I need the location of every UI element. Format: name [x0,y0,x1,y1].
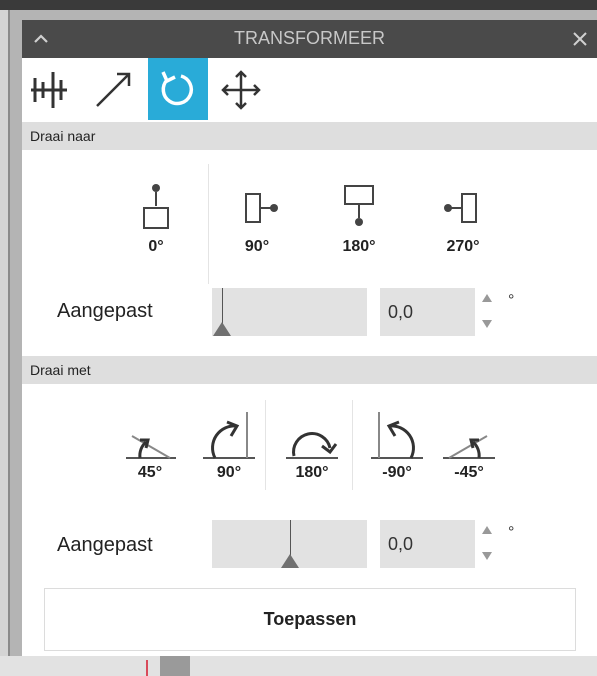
rotate-to-180-label: 180° [342,238,376,255]
divider [265,400,266,490]
rotate-to-slider[interactable] [212,288,367,336]
tab-scale[interactable] [84,58,144,120]
rotate-to-unit: ° [508,292,515,309]
rotate-by-90-icon [203,412,255,459]
rotate-to-0-icon [143,184,169,229]
rotate-by-minus-45-icon [443,435,495,459]
section-header-rotate-by: Draai met [22,356,597,384]
custom-rotate-by-label: Aangepast [57,534,153,556]
apply-button[interactable]: Toepassen [44,588,576,651]
rotate-by-unit: ° [508,524,515,541]
rotate-by-180-icon [286,432,338,459]
rotate-to-0-label: 0° [148,238,164,255]
rotate-by-spinner[interactable] [480,522,494,566]
background-canvas-block [160,656,190,676]
tab-rotate[interactable] [148,58,208,120]
rotate-to-180-button[interactable]: 180° [324,180,394,256]
background-canvas-bottom [0,656,597,676]
custom-rotate-to-label: Aangepast [57,300,153,322]
rotate-icon [161,71,194,106]
transform-toolbar [22,58,597,120]
rotate-to-spinner[interactable] [480,290,494,334]
divider [208,164,209,284]
background-guide-line [146,660,148,676]
rotate-to-180-icon [344,185,374,226]
slider-thumb[interactable] [280,554,299,568]
rotate-by-minus-45-label: -45° [454,464,484,481]
panel-title: TRANSFORMEER [233,28,385,48]
slider-thumb[interactable] [213,322,231,336]
rotate-to-270-icon [444,193,477,223]
rotate-by-45-label: 45° [137,464,163,481]
slider-track-marker [289,520,291,556]
close-button[interactable] [567,26,593,52]
rotate-to-0-button[interactable]: 0° [121,180,191,256]
rotate-by-minus-45-button[interactable]: -45° [434,412,504,482]
rotate-by-minus-90-icon [371,412,423,459]
slider-track-marker [222,288,223,324]
rotate-by-180-button[interactable]: 180° [277,412,347,482]
rotate-to-value-input[interactable]: 0,0 [380,288,475,336]
panel-titlebar: TRANSFORMEER [22,20,597,58]
rotate-to-270-button[interactable]: 270° [428,180,498,256]
divider [352,400,353,490]
rotate-by-minus-90-label: -90° [382,464,412,481]
background-canvas-left [0,10,8,676]
tab-align[interactable] [22,58,82,120]
background-divider [8,10,10,676]
rotate-to-90-icon [245,193,278,223]
move-icon [221,70,261,110]
rotate-by-45-button[interactable]: 45° [115,412,185,482]
rotate-to-270-label: 270° [446,238,480,255]
section-header-rotate-to: Draai naar [22,122,597,150]
rotate-by-value-input[interactable]: 0,0 [380,520,475,568]
rotate-by-45-icon [126,435,176,459]
tab-move[interactable] [212,58,272,120]
rotate-by-90-button[interactable]: 90° [194,408,264,482]
background-topbar [0,0,597,10]
scale-icon [96,72,131,107]
rotate-by-90-label: 90° [216,464,242,481]
align-icon [31,72,67,108]
rotate-by-180-label: 180° [295,464,329,481]
rotate-to-90-label: 90° [244,238,270,255]
transform-panel: TRANSFORMEER Draai naar 0° 90° 180° 270°… [22,20,597,656]
rotate-by-slider[interactable] [212,520,367,568]
rotate-by-minus-90-button[interactable]: -90° [362,408,432,482]
rotate-to-90-button[interactable]: 90° [222,180,292,256]
close-icon [573,32,587,46]
